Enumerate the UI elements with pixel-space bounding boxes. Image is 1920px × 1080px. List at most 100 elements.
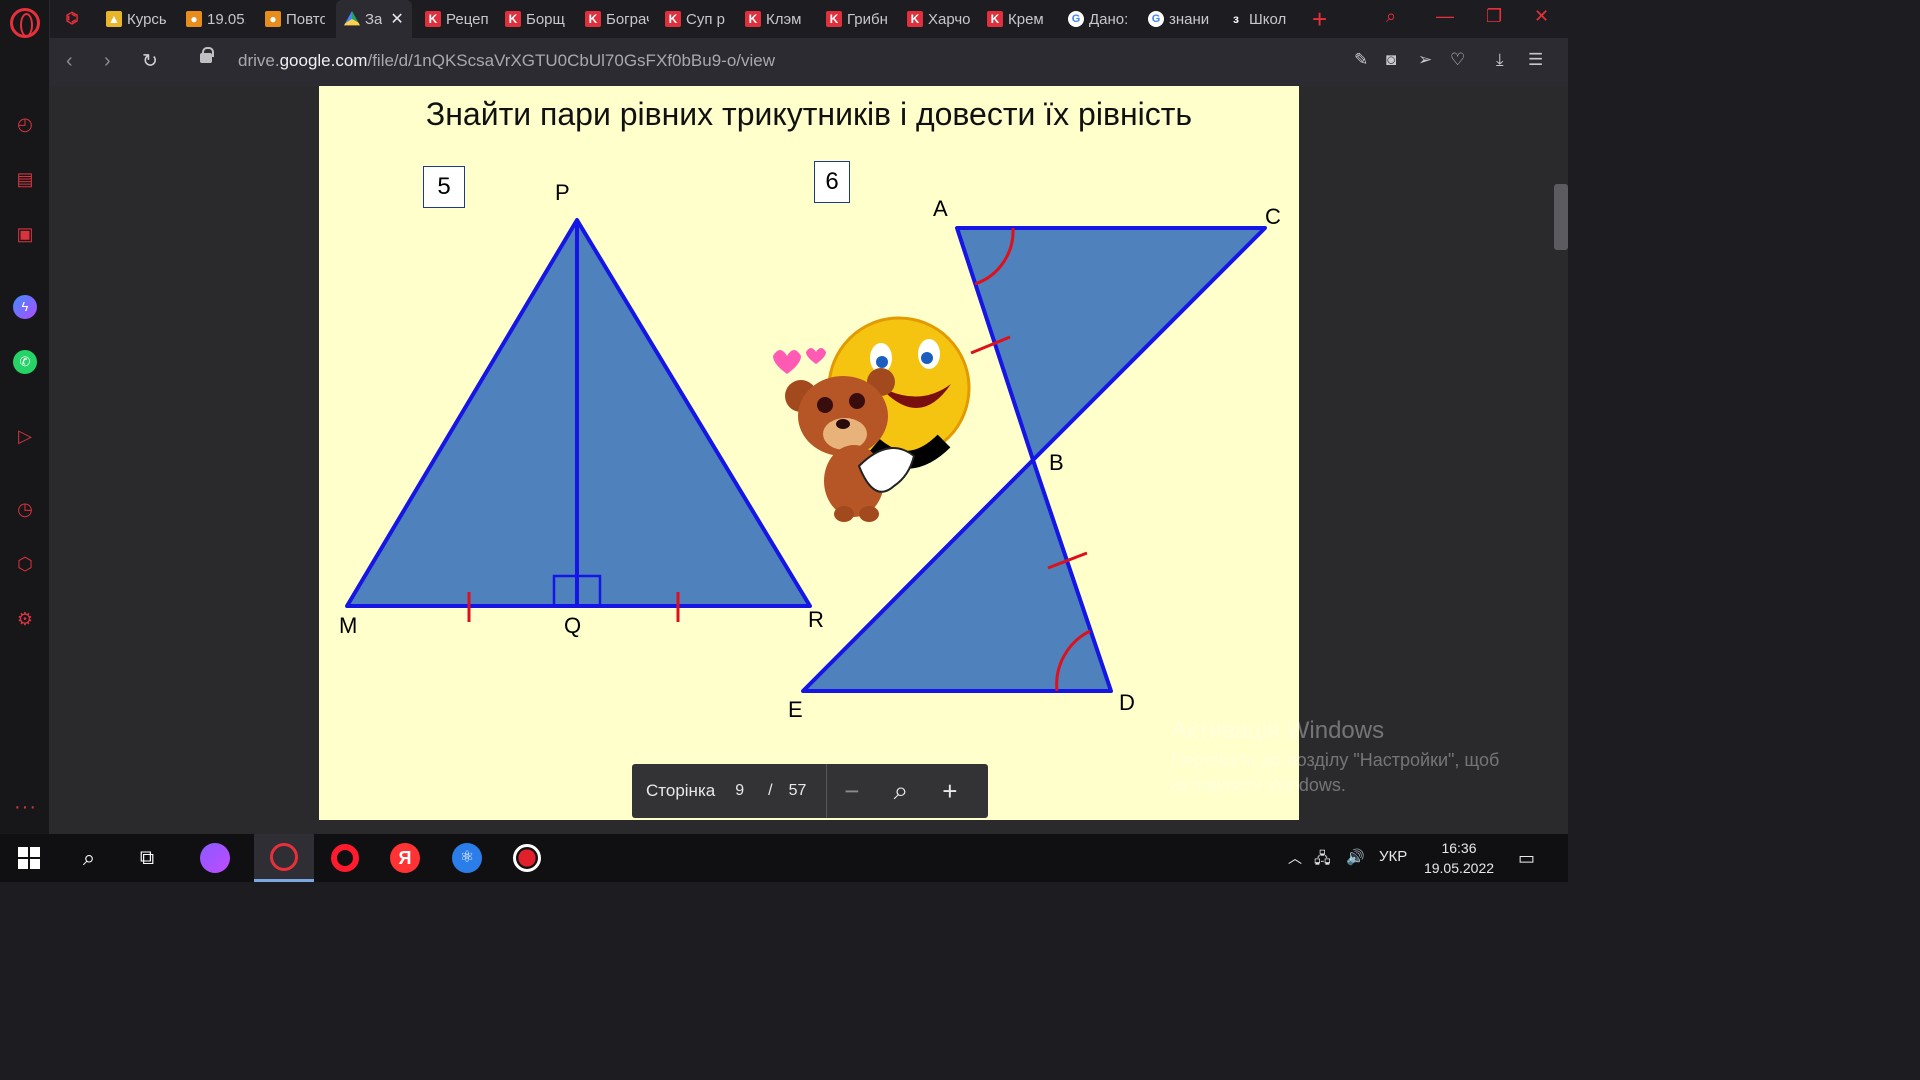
zoom-magnifier-icon[interactable]: ⌕ <box>876 775 925 807</box>
tab[interactable]: K Рецеп <box>425 4 489 34</box>
clock-time: 16:36 <box>1441 840 1477 856</box>
page-label: Сторінка <box>646 781 716 800</box>
windows-start-icon[interactable] <box>0 834 58 882</box>
point-label-q: Q <box>564 613 582 638</box>
person-icon: ● <box>265 11 281 27</box>
tab[interactable]: K Клэм <box>745 4 805 34</box>
task-view-icon[interactable]: ⧉ <box>118 834 176 882</box>
notifications-icon[interactable]: ▭ <box>1518 848 1535 869</box>
snapshot-edit-icon[interactable]: ✎ <box>1354 50 1368 70</box>
restore-icon[interactable]: ❐ <box>1486 6 1502 27</box>
close-window-icon[interactable]: ✕ <box>1534 6 1549 27</box>
opera-logo-icon[interactable] <box>10 8 40 38</box>
send-icon[interactable]: ➢ <box>1418 50 1432 70</box>
messenger-icon[interactable]: ϟ <box>13 295 37 319</box>
heart-icon[interactable]: ♡ <box>1450 50 1465 70</box>
reload-icon[interactable]: ↻ <box>142 50 158 73</box>
search-icon[interactable]: ⌕ <box>60 834 118 882</box>
clock[interactable]: 16:36 19.05.2022 <box>1422 838 1496 878</box>
page-toolbar: Сторінка 9 / 57 − ⌕ + <box>632 764 988 818</box>
address-bar: ‹ › ↻ drive.google.com/file/d/1nQKScsaVr… <box>50 38 1568 86</box>
person-icon: ● <box>186 11 202 27</box>
camera-icon[interactable]: ◙ <box>1386 50 1396 70</box>
url-field[interactable]: drive.google.com/file/d/1nQKScsaVrXGTU0C… <box>238 51 775 71</box>
bag-icon[interactable]: ▤ <box>13 167 37 191</box>
geometry-figures <box>345 218 1267 693</box>
extensions-icon[interactable]: ⬡ <box>13 552 37 576</box>
page-number-input[interactable]: 9 <box>735 782 744 800</box>
tab-active[interactable]: За ✕ <box>336 0 412 38</box>
tab[interactable]: з Школ <box>1228 4 1292 34</box>
tray-chevron-icon[interactable]: ︿ <box>1288 848 1302 868</box>
easy-setup-icon[interactable]: ☰ <box>1528 50 1543 70</box>
k-icon: K <box>826 11 842 27</box>
google-drive-icon <box>344 11 360 26</box>
tab[interactable]: K Грибн <box>826 4 890 34</box>
tab[interactable]: KБограч <box>585 4 649 34</box>
language-indicator[interactable]: УКР <box>1379 848 1407 865</box>
zoom-out-icon[interactable]: − <box>827 776 876 807</box>
tab-bar: ⌬ ▲ Курсы ● 19.05. ● Повто За ✕ K Рецеп K Борщ… <box>50 0 1568 38</box>
twitch-icon[interactable]: ▣ <box>13 222 37 246</box>
screen: ◴ ▤ ▣ ϟ ✆ ▷ ◷ ⬡ ⚙ ··· ⌬ ▲ Курсы ● 19.05. ●… <box>0 0 1568 882</box>
point-label-m: M <box>339 613 358 638</box>
image-icon: ▲ <box>106 11 122 27</box>
point-label-p: P <box>555 180 570 205</box>
volume-icon[interactable]: 🔊 <box>1346 848 1365 866</box>
player-icon[interactable]: ▷ <box>13 424 37 448</box>
point-label-c: C <box>1265 204 1281 229</box>
point-label-e: E <box>788 697 803 722</box>
point-label-a: A <box>933 196 948 221</box>
close-tab-icon[interactable]: ✕ <box>390 9 403 29</box>
speed-dial-icon[interactable]: ◴ <box>13 112 37 136</box>
network-icon[interactable]: 🖧 <box>1314 848 1331 873</box>
google-icon: G <box>1068 11 1084 27</box>
tab[interactable]: ● Повто <box>265 4 325 34</box>
new-tab-plus-icon[interactable]: + <box>1312 4 1327 34</box>
k-icon: K <box>987 11 1003 27</box>
tab[interactable]: ▲ Курсы <box>106 4 166 34</box>
minimize-icon[interactable]: — <box>1436 6 1454 27</box>
screen-recorder-icon[interactable] <box>498 834 556 882</box>
lock-icon[interactable] <box>200 47 214 63</box>
school-icon: з <box>1233 12 1239 26</box>
k-icon: K <box>745 11 761 27</box>
back-icon[interactable]: ‹ <box>66 50 73 73</box>
search-icon[interactable]: ⌕ <box>1386 6 1396 27</box>
tab[interactable]: K Борщ <box>505 4 569 34</box>
k-icon: K <box>505 11 521 27</box>
yandex-browser-icon[interactable]: Я <box>376 834 434 882</box>
slide-page: Знайти пари рівних трикутників і довести… <box>319 86 1299 820</box>
activation-text: Перейдіть до розділу "Настройки", щоб ак… <box>1171 750 1500 795</box>
smiley-teddy-sticker <box>773 316 971 522</box>
point-label-b: B <box>1049 450 1064 475</box>
page-total: 57 <box>788 782 807 799</box>
whatsapp-icon[interactable]: ✆ <box>13 350 37 374</box>
point-label-r: R <box>808 607 824 632</box>
tab[interactable]: K Суп р <box>665 4 729 34</box>
tab[interactable]: ● 19.05. <box>186 4 246 34</box>
settings-gear-icon[interactable]: ⚙ <box>13 607 37 631</box>
opera-taskbar-icon[interactable] <box>316 834 374 882</box>
more-icon[interactable]: ··· <box>14 796 37 819</box>
gx-corner-icon[interactable]: ⌬ <box>64 4 94 34</box>
page-separator: / <box>768 782 773 799</box>
google-icon: G <box>1148 11 1164 27</box>
tab[interactable]: K Крем <box>987 4 1047 34</box>
atom-icon[interactable]: ⚛ <box>438 834 496 882</box>
alice-icon[interactable] <box>186 834 244 882</box>
history-icon[interactable]: ◷ <box>13 497 37 521</box>
opera-gx-taskbar-icon[interactable] <box>254 834 314 882</box>
taskbar: ⌕ ⧉ Я ⚛ ︿ 🖧 🔊 УКР 16:36 19.05.2022 ▭ <box>0 834 1568 882</box>
clock-date: 19.05.2022 <box>1423 860 1495 876</box>
activation-title: Активація Windows <box>1171 717 1385 744</box>
k-icon: K <box>425 11 441 27</box>
k-icon: K <box>585 11 601 27</box>
zoom-in-icon[interactable]: + <box>925 776 974 807</box>
download-icon[interactable]: ⤓ <box>1496 50 1504 70</box>
forward-icon[interactable]: › <box>104 50 111 73</box>
scrollbar-thumb[interactable] <box>1554 184 1568 250</box>
tab[interactable]: Gзнани <box>1148 4 1212 34</box>
tab[interactable]: K Харчо <box>907 4 971 34</box>
tab[interactable]: G Дано: <box>1068 4 1132 34</box>
